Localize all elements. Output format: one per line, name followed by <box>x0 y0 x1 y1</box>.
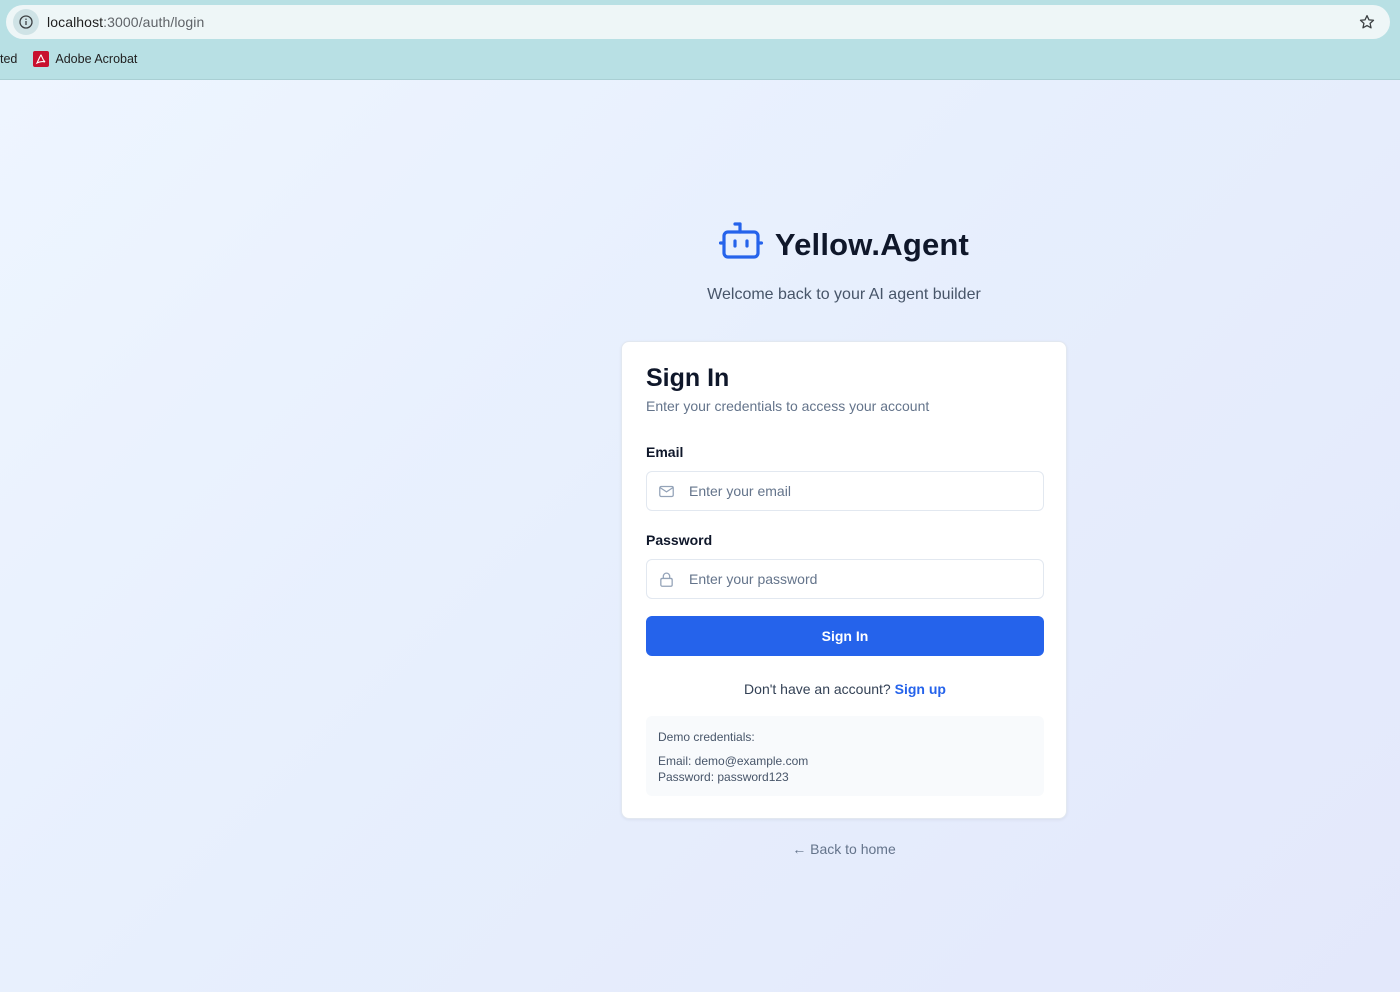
url-host: localhost <box>47 14 104 30</box>
sign-in-button[interactable]: Sign In <box>646 616 1044 656</box>
password-label: Password <box>646 532 713 548</box>
adobe-acrobat-icon <box>33 51 50 67</box>
back-to-home-link[interactable]: ← Back to home <box>621 841 1067 857</box>
signup-prompt-text: Don't have an account? <box>744 681 891 697</box>
url-text[interactable]: localhost:3000/auth/login <box>47 14 204 30</box>
card-title: Sign In <box>646 364 730 392</box>
brand-tagline: Welcome back to your AI agent builder <box>707 286 981 303</box>
bookmark-item-truncated[interactable]: ted <box>0 52 17 66</box>
sign-in-card: Sign In Enter your credentials to access… <box>621 341 1067 819</box>
demo-password-line: Password: password123 <box>658 770 789 784</box>
login-page: Yellow.Agent Welcome back to your AI age… <box>0 80 1400 992</box>
bookmark-label: Adobe Acrobat <box>55 52 138 66</box>
site-info-icon[interactable] <box>13 9 39 35</box>
browser-chrome: localhost:3000/auth/login ted Adobe Acro… <box>0 0 1400 80</box>
lock-icon <box>657 570 675 588</box>
sign-up-link[interactable]: Sign up <box>895 681 946 697</box>
demo-credentials-box: Demo credentials: Email: demo@example.co… <box>646 716 1044 796</box>
signup-prompt-line: Don't have an account? Sign up <box>622 681 1068 697</box>
password-input[interactable] <box>687 570 1027 588</box>
email-input[interactable] <box>687 482 1027 500</box>
bookmark-star-icon[interactable] <box>1358 13 1376 31</box>
demo-credentials-title: Demo credentials: <box>658 730 755 744</box>
bookmarks-bar: ted Adobe Acrobat <box>0 46 137 72</box>
bot-icon <box>718 222 765 267</box>
brand-title: Yellow.Agent <box>774 226 970 262</box>
email-field[interactable] <box>646 471 1044 511</box>
bookmark-item-adobe-acrobat[interactable]: Adobe Acrobat <box>33 51 137 67</box>
email-label: Email <box>646 444 684 460</box>
demo-email-line: Email: demo@example.com <box>658 754 809 768</box>
brand-header: Yellow.Agent <box>621 222 1067 267</box>
password-field[interactable] <box>646 559 1044 599</box>
card-description: Enter your credentials to access your ac… <box>646 398 930 414</box>
mail-icon <box>657 482 675 500</box>
address-bar[interactable]: localhost:3000/auth/login <box>6 5 1390 39</box>
url-path: :3000/auth/login <box>103 14 205 30</box>
